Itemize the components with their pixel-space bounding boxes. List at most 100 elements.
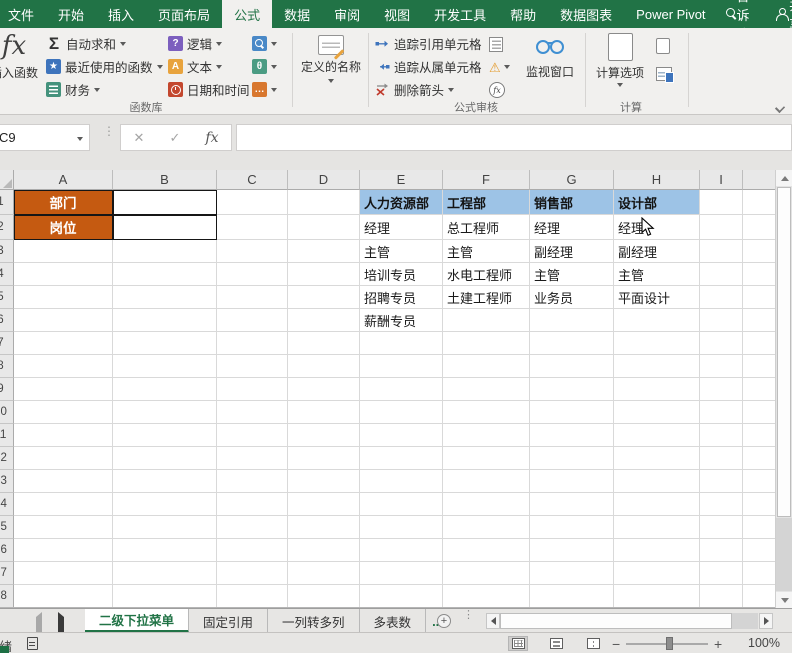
cell-C3[interactable] (217, 240, 288, 263)
cell-A12[interactable] (14, 447, 113, 470)
cancel-icon[interactable]: ✕ (134, 130, 145, 146)
cell-B9[interactable] (113, 378, 217, 401)
cell-A2[interactable]: 岗位 (14, 215, 113, 240)
cell-D17[interactable] (288, 562, 360, 585)
select-all-corner[interactable] (0, 170, 14, 190)
recent-functions-button[interactable]: ★ 最近使用的函数 (46, 56, 163, 77)
cell-G12[interactable] (530, 447, 614, 470)
cell-B6[interactable] (113, 309, 217, 332)
cell-D10[interactable] (288, 401, 360, 424)
defined-names-button[interactable]: 定义的名称 (298, 31, 364, 107)
calculate-sheet-button[interactable] (656, 64, 672, 84)
hscroll-left-button[interactable] (486, 613, 500, 629)
cell-C16[interactable] (217, 539, 288, 562)
row-header-18[interactable]: 18 (0, 585, 14, 608)
normal-view-button[interactable] (508, 636, 528, 651)
cell-C9[interactable] (217, 378, 288, 401)
ribbon-tab-7[interactable]: 视图 (372, 0, 422, 28)
cell-G5[interactable]: 业务员 (530, 286, 614, 309)
cell-G1[interactable]: 销售部 (530, 190, 614, 215)
row-header-3[interactable]: 3 (0, 240, 14, 263)
horizontal-scroll-track[interactable] (732, 613, 758, 629)
cell-I6[interactable] (700, 309, 743, 332)
cell-A6[interactable] (14, 309, 113, 332)
autosum-button[interactable]: Σ 自动求和 (46, 33, 163, 54)
cell-E10[interactable] (360, 401, 443, 424)
cell-E17[interactable] (360, 562, 443, 585)
cell-H11[interactable] (614, 424, 700, 447)
cell-partial-11[interactable] (743, 424, 775, 447)
cell-H3[interactable]: 副经理 (614, 240, 700, 263)
cell-E13[interactable] (360, 470, 443, 493)
cell-A4[interactable] (14, 263, 113, 286)
cell-B18[interactable] (113, 585, 217, 608)
ribbon-tab-9[interactable]: 帮助 (498, 0, 548, 28)
cell-D2[interactable] (288, 215, 360, 240)
ribbon-tab-6[interactable]: 审阅 (322, 0, 372, 28)
cell-B15[interactable] (113, 516, 217, 539)
cell-B5[interactable] (113, 286, 217, 309)
error-checking-button[interactable]: ⚠ (489, 57, 510, 77)
cell-C8[interactable] (217, 355, 288, 378)
cell-D18[interactable] (288, 585, 360, 608)
cell-H17[interactable] (614, 562, 700, 585)
date-time-button[interactable]: 日期和时间 (168, 79, 260, 100)
sheetbar-resize-handle[interactable]: ⋮ (463, 613, 474, 618)
vertical-scrollbar[interactable] (775, 170, 792, 608)
cell-A10[interactable] (14, 401, 113, 424)
cell-I7[interactable] (700, 332, 743, 355)
cell-I13[interactable] (700, 470, 743, 493)
cell-D8[interactable] (288, 355, 360, 378)
cell-G11[interactable] (530, 424, 614, 447)
row-header-14[interactable]: 14 (0, 493, 14, 516)
cell-E16[interactable] (360, 539, 443, 562)
financial-button[interactable]: 财务 (46, 79, 163, 100)
cell-E2[interactable]: 经理 (360, 215, 443, 240)
ribbon-tab-8[interactable]: 开发工具 (422, 0, 498, 28)
column-header-I[interactable]: I (700, 170, 743, 190)
cell-I5[interactable] (700, 286, 743, 309)
cell-F12[interactable] (443, 447, 530, 470)
calculate-now-button[interactable] (656, 36, 672, 56)
cell-G13[interactable] (530, 470, 614, 493)
cell-A18[interactable] (14, 585, 113, 608)
math-trig-button[interactable]: θ (252, 56, 277, 77)
cell-D9[interactable] (288, 378, 360, 401)
column-header-A[interactable]: A (14, 170, 113, 190)
cell-H4[interactable]: 主管 (614, 263, 700, 286)
cell-F16[interactable] (443, 539, 530, 562)
cell-D1[interactable] (288, 190, 360, 215)
cell-partial-16[interactable] (743, 539, 775, 562)
cell-H8[interactable] (614, 355, 700, 378)
cell-G16[interactable] (530, 539, 614, 562)
vertical-scroll-track[interactable] (776, 518, 792, 591)
sheet-tab-0[interactable]: 二级下拉菜单 (85, 609, 189, 633)
cell-C10[interactable] (217, 401, 288, 424)
trace-precedents-button[interactable]: 追踪引用单元格 (375, 33, 482, 54)
cell-partial-15[interactable] (743, 516, 775, 539)
sheet-tab-1[interactable]: 固定引用 (189, 609, 268, 633)
cell-F1[interactable]: 工程部 (443, 190, 530, 215)
cell-G15[interactable] (530, 516, 614, 539)
cell-G18[interactable] (530, 585, 614, 608)
ribbon-tab-10[interactable]: 数据图表 (548, 0, 624, 28)
cell-F6[interactable] (443, 309, 530, 332)
insert-function-button[interactable]: fx 插入函数 (0, 31, 42, 107)
cell-partial-2[interactable] (743, 215, 775, 240)
row-header-13[interactable]: 13 (0, 470, 14, 493)
name-box[interactable]: C9 (0, 124, 90, 151)
lookup-reference-button[interactable] (252, 33, 277, 54)
evaluate-formula-button[interactable]: fx (489, 80, 510, 100)
cell-B8[interactable] (113, 355, 217, 378)
row-header-15[interactable]: 15 (0, 516, 14, 539)
cell-A3[interactable] (14, 240, 113, 263)
cell-I15[interactable] (700, 516, 743, 539)
cell-partial-4[interactable] (743, 263, 775, 286)
cell-C17[interactable] (217, 562, 288, 585)
share-button[interactable]: 共享 (768, 0, 792, 28)
page-break-view-button[interactable] (583, 636, 603, 651)
scroll-up-button[interactable] (776, 170, 792, 186)
column-header-D[interactable]: D (288, 170, 360, 190)
cell-A15[interactable] (14, 516, 113, 539)
cell-partial-12[interactable] (743, 447, 775, 470)
